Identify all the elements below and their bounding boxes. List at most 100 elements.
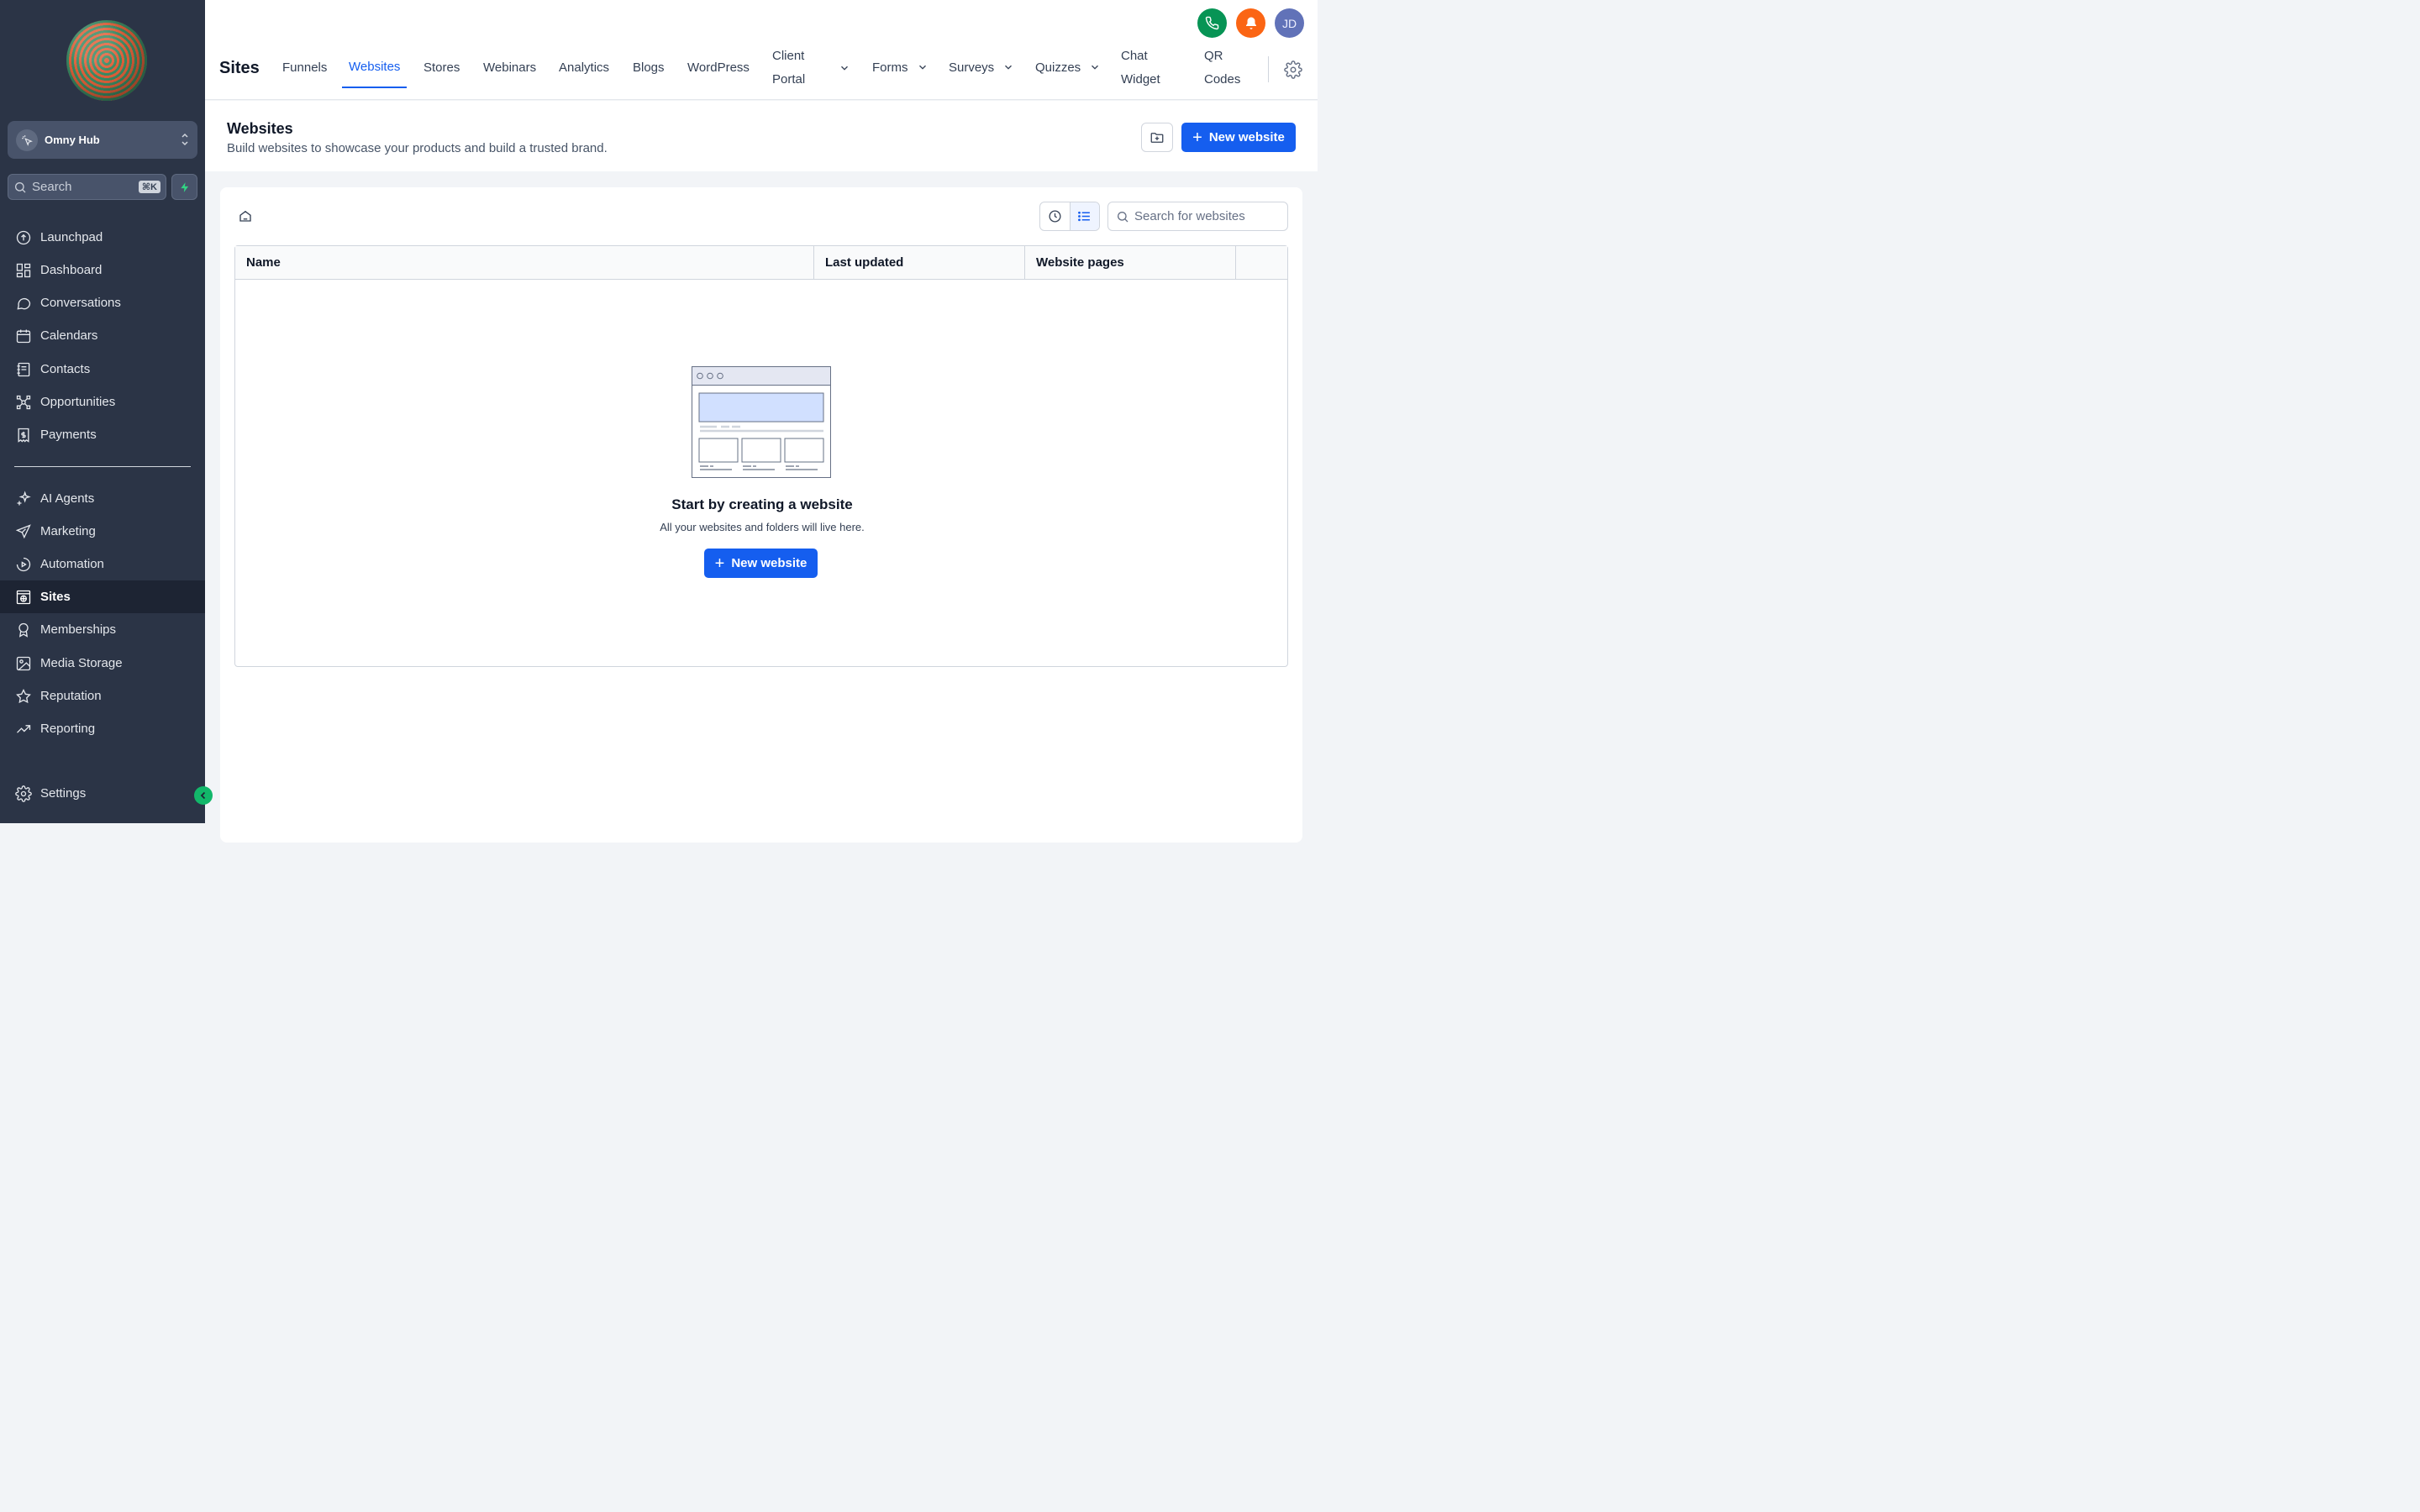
folder-plus-icon [1150, 132, 1164, 143]
tab-surveys[interactable]: Surveys [949, 46, 1014, 88]
recent-view-button[interactable] [1040, 202, 1070, 230]
play-circle-icon [15, 556, 32, 573]
sidebar-search[interactable]: Search ⌘K [8, 174, 166, 200]
calendar-icon [15, 328, 32, 344]
sidebar-item-reputation[interactable]: Reputation [0, 680, 205, 712]
sidebar-item-opportunities[interactable]: Opportunities [0, 386, 205, 418]
list-icon [1078, 211, 1091, 222]
tab-quizzes[interactable]: Quizzes [1035, 46, 1101, 88]
trend-up-icon [15, 721, 32, 738]
invoice-icon [15, 427, 32, 444]
tab-blogs[interactable]: Blogs [633, 46, 665, 88]
search-icon [15, 181, 26, 192]
tab-label: Forms [872, 60, 908, 75]
new-folder-button[interactable] [1141, 123, 1173, 152]
sidebar-item-payments[interactable]: Payments [0, 418, 205, 451]
tab-analytics[interactable]: Analytics [559, 46, 609, 88]
phone-icon [1205, 16, 1219, 30]
tab-label: Blogs [633, 60, 665, 75]
tab-wordpress[interactable]: WordPress [687, 46, 750, 88]
quick-actions-button[interactable] [171, 174, 197, 200]
tab-chat-widget[interactable]: Chat Widget [1121, 45, 1160, 92]
plus-icon: + [1192, 128, 1202, 147]
tab-webinars[interactable]: Webinars [483, 46, 536, 88]
tab-label: Surveys [949, 60, 995, 75]
chevron-left-icon [200, 791, 206, 800]
sidebar-item-launchpad[interactable]: Launchpad [0, 221, 205, 254]
view-toggle [1039, 202, 1100, 231]
tab-qr-codes[interactable]: QR Codes [1204, 45, 1240, 92]
sidebar-item-conversations[interactable]: Conversations [0, 286, 205, 319]
tab-client-portal[interactable]: Client Portal [772, 45, 850, 92]
tab-label: QR [1204, 49, 1223, 63]
account-switcher[interactable]: Omny Hub [8, 121, 197, 159]
section-title: Sites [219, 59, 260, 77]
tab-websites[interactable]: Websites [342, 46, 408, 88]
tab-label: Funnels [282, 60, 328, 75]
phone-button[interactable] [1197, 8, 1227, 38]
opportunities-icon [15, 394, 32, 411]
dashboard-icon [15, 262, 32, 279]
websites-card: Name Last updated Website pages Start by… [220, 187, 1302, 843]
sidebar-item-calendars[interactable]: Calendars [0, 319, 205, 352]
chevron-down-icon [1005, 65, 1013, 70]
sidebar-item-ai-agents[interactable]: AI Agents [0, 482, 205, 515]
gear-icon[interactable] [1284, 60, 1302, 79]
empty-website-illustration [692, 366, 831, 478]
tab-label-line2: Codes [1204, 72, 1241, 87]
sidebar-item-memberships[interactable]: Memberships [0, 613, 205, 646]
bell-icon [1245, 17, 1256, 29]
tab-label: Client [772, 49, 805, 63]
home-icon[interactable] [238, 208, 253, 223]
tab-funnels[interactable]: Funnels [282, 46, 327, 88]
column-name[interactable]: Name [235, 246, 814, 279]
chevron-down-icon [1092, 65, 1099, 70]
send-icon [15, 523, 32, 540]
new-website-button[interactable]: + New website [1181, 123, 1296, 152]
globe-window-icon [15, 589, 32, 606]
sidebar-item-label: Media Storage [40, 656, 123, 670]
empty-new-website-button[interactable]: + New website [704, 549, 818, 578]
sidebar-item-reporting[interactable]: Reporting [0, 712, 205, 745]
sidebar-item-automation[interactable]: Automation [0, 548, 205, 580]
sidebar-item-label: Settings [40, 786, 87, 801]
launchpad-icon [15, 229, 32, 246]
sidebar-item-label: Memberships [40, 622, 117, 637]
chevron-up-down-icon [181, 132, 189, 149]
sidebar-item-marketing[interactable]: Marketing [0, 515, 205, 548]
tab-label: Websites [349, 59, 401, 74]
button-label: New website [1208, 130, 1285, 144]
sidebar-item-sites[interactable]: Sites [0, 580, 205, 613]
sidebar: Omny Hub Search ⌘K Launchpad Dashboard C… [0, 0, 205, 823]
sidebar-item-label: Launchpad [40, 230, 103, 244]
list-view-button[interactable] [1069, 202, 1099, 230]
sidebar-item-label: Reputation [40, 689, 102, 703]
column-last-updated[interactable]: Last updated [814, 246, 1025, 279]
search-input[interactable] [1134, 209, 1286, 223]
tab-label: Chat [1121, 49, 1148, 63]
lightning-icon [180, 181, 188, 192]
chevron-down-icon [918, 65, 926, 70]
sidebar-item-label: Marketing [40, 524, 96, 538]
sidebar-item-settings[interactable]: Settings [0, 777, 205, 810]
user-avatar[interactable]: JD [1275, 8, 1304, 38]
sidebar-item-label: Calendars [40, 328, 98, 343]
chat-bubble-icon [15, 295, 32, 312]
company-logo [66, 20, 147, 101]
sidebar-item-contacts[interactable]: Contacts [0, 353, 205, 386]
tab-label: Webinars [483, 60, 537, 75]
header-divider [1268, 56, 1269, 82]
sidebar-item-label: Sites [40, 590, 71, 604]
tab-forms[interactable]: Forms [872, 46, 929, 88]
sidebar-item-dashboard[interactable]: Dashboard [0, 254, 205, 286]
sidebar-item-label: Automation [40, 557, 104, 571]
notifications-button[interactable] [1236, 8, 1265, 38]
sidebar-item-media-storage[interactable]: Media Storage [0, 647, 205, 680]
sidebar-divider [14, 466, 191, 467]
empty-state-subtitle: All your websites and folders will live … [660, 521, 865, 533]
chevron-down-icon [841, 66, 849, 71]
column-website-pages[interactable]: Website pages [1025, 246, 1236, 279]
collapse-sidebar-button[interactable] [194, 786, 213, 805]
tab-stores[interactable]: Stores [424, 46, 460, 88]
image-icon [15, 655, 32, 672]
